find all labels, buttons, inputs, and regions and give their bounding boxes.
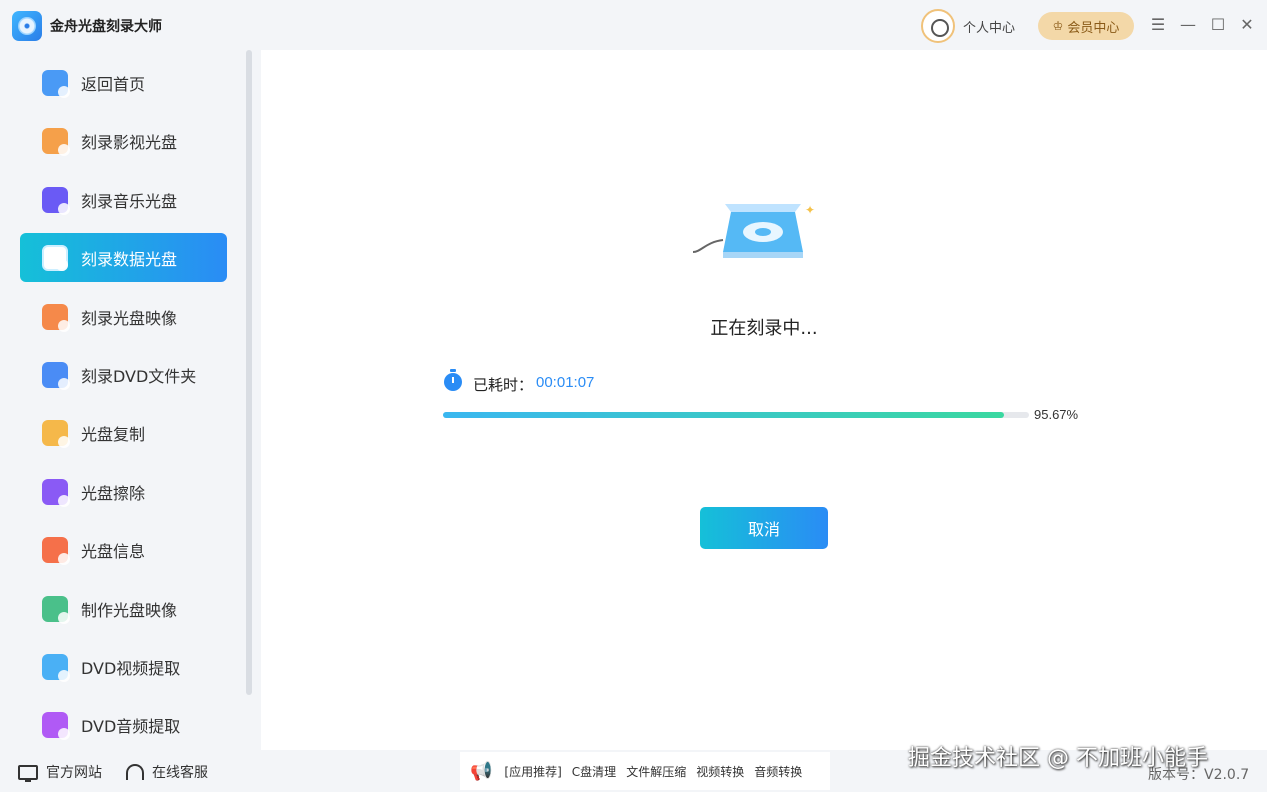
sidebar-item-6[interactable]: 光盘复制 [20, 408, 227, 457]
home-icon [42, 69, 70, 98]
sidebar-item-label: 刻录音乐光盘 [81, 191, 178, 211]
footer-tools-bar: 📢 [应用推荐] C盘清理 文件解压缩 视频转换 音频转换 [460, 752, 830, 790]
dvd-folder-icon [42, 361, 70, 390]
vip-center-button[interactable]: ♔ 会员中心 [1038, 12, 1134, 40]
timer-icon [444, 369, 462, 391]
sidebar-item-label: 刻录影视光盘 [81, 132, 178, 152]
sidebar-item-4[interactable]: 刻录光盘映像 [20, 292, 227, 341]
sidebar-item-7[interactable]: 光盘擦除 [20, 467, 227, 516]
disc-burner-illustration: ✦ [692, 203, 815, 258]
footer-tool-unzip[interactable]: 文件解压缩 [626, 763, 686, 780]
sidebar-item-label: 返回首页 [81, 74, 146, 94]
sidebar-item-5[interactable]: 刻录DVD文件夹 [20, 350, 227, 399]
sidebar-item-10[interactable]: DVD视频提取 [20, 642, 227, 691]
close-icon[interactable]: ✕ [1237, 14, 1257, 34]
disc-info-icon [42, 536, 70, 565]
sidebar-item-2[interactable]: 刻录音乐光盘 [20, 175, 227, 224]
sidebar-item-label: 刻录光盘映像 [81, 308, 178, 328]
official-website-link[interactable]: 官方网站 [18, 762, 102, 782]
user-center-link[interactable]: 个人中心 [963, 17, 1015, 36]
cancel-button[interactable]: 取消 [700, 507, 828, 549]
crown-icon: ♔ [1052, 19, 1064, 33]
app-logo-icon [12, 11, 42, 41]
sidebar-item-label: DVD音频提取 [81, 716, 181, 736]
data-disc-icon [42, 244, 68, 271]
title-bar: 金舟光盘刻录大师 个人中心 ♔ 会员中心 ☰ — ☐ ✕ [0, 0, 1267, 50]
sidebar-item-label: 光盘信息 [81, 541, 146, 561]
main-panel: ✦ 正在刻录中... 已耗时： 00:01:07 95.67% 取消 [261, 50, 1267, 750]
monitor-icon [18, 764, 38, 782]
watermark-text: 掘金技术社区 @ 不加班小能手 [908, 746, 1208, 771]
burn-status-text: 正在刻录中... [710, 318, 818, 339]
elapsed-label: 已耗时： [473, 376, 534, 394]
official-website-label: 官方网站 [46, 765, 102, 781]
online-support-link[interactable]: 在线客服 [126, 762, 208, 782]
video-disc-icon [42, 127, 70, 156]
disc-image-icon [42, 303, 70, 332]
sidebar-item-8[interactable]: 光盘信息 [20, 525, 227, 574]
footer-tool-video-convert[interactable]: 视频转换 [696, 763, 744, 780]
footer-tool-audio-convert[interactable]: 音频转换 [754, 763, 802, 780]
disc-copy-icon [42, 419, 70, 448]
megaphone-icon: 📢 [470, 760, 493, 782]
sidebar-scrollbar[interactable] [246, 50, 252, 695]
app-title: 金舟光盘刻录大师 [50, 19, 162, 35]
sidebar-item-label: 光盘复制 [81, 424, 146, 444]
online-support-label: 在线客服 [152, 765, 208, 781]
sidebar-item-label: DVD视频提取 [81, 658, 181, 678]
vip-center-label: 会员中心 [1067, 20, 1120, 36]
maximize-icon[interactable]: ☐ [1208, 14, 1228, 34]
avatar[interactable] [921, 9, 955, 43]
footer-tool-recommend[interactable]: [应用推荐] [504, 763, 561, 780]
music-disc-icon [42, 186, 70, 215]
sidebar-item-3[interactable]: 刻录数据光盘 [20, 233, 227, 282]
dvd-audio-extract-icon [42, 711, 70, 740]
sidebar-item-label: 刻录数据光盘 [81, 249, 178, 269]
sidebar-item-1[interactable]: 刻录影视光盘 [20, 116, 227, 165]
progress-fill [443, 412, 1004, 418]
sidebar-item-label: 光盘擦除 [81, 483, 146, 503]
sidebar-item-0[interactable]: 返回首页 [20, 58, 227, 107]
make-image-icon [42, 595, 70, 624]
footer-tool-c-clean[interactable]: C盘清理 [572, 763, 616, 780]
sidebar-item-label: 刻录DVD文件夹 [81, 366, 197, 386]
headset-icon [126, 764, 144, 780]
sidebar-item-label: 制作光盘映像 [81, 600, 178, 620]
sidebar-item-11[interactable]: DVD音频提取 [20, 700, 227, 749]
menu-icon[interactable]: ☰ [1148, 14, 1168, 34]
progress-percent: 95.67% [1034, 407, 1079, 422]
minimize-icon[interactable]: — [1178, 14, 1198, 34]
elapsed-value: 00:01:07 [536, 374, 595, 391]
dvd-video-extract-icon [42, 653, 70, 682]
disc-erase-icon [42, 478, 70, 507]
sidebar-item-9[interactable]: 制作光盘映像 [20, 584, 227, 633]
progress-bar [443, 412, 1029, 418]
svg-text:✦: ✦ [805, 203, 815, 217]
